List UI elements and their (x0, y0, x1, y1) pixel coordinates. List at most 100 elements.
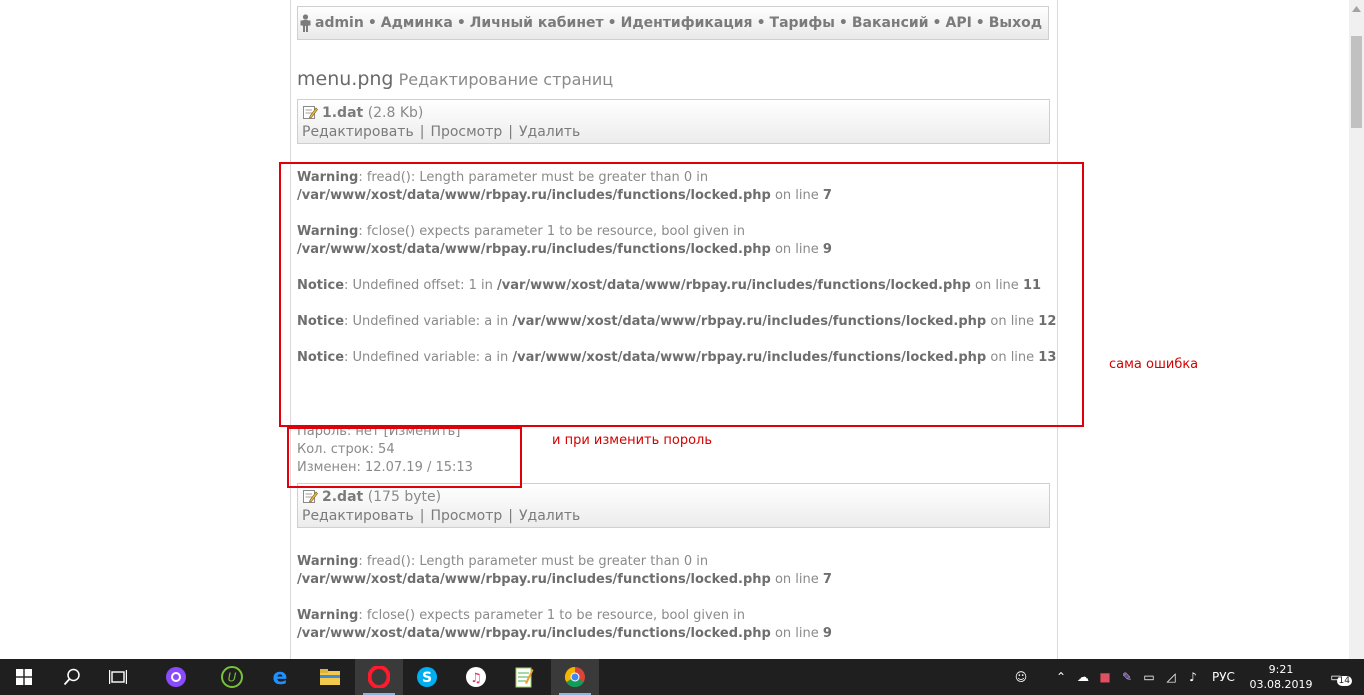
file-actions: Редактировать | Просмотр | Удалить (302, 124, 581, 140)
file-entry-2: 2.dat (175 byte) Редактировать | Просмотр |… (297, 483, 1050, 528)
error-highlight-box (279, 162, 1084, 427)
message-text: : fclose() expects parameter 1 to be res… (358, 608, 745, 623)
clock-date: 03.08.2019 (1249, 678, 1313, 691)
message-path: /var/www/xost/data/www/rbpay.ru/includes… (297, 626, 771, 641)
message-on-line: on line (770, 572, 823, 587)
file-header: 2.dat (175 byte) (302, 488, 441, 505)
php-message: Warning: fread(): Length parameter must … (297, 553, 1057, 589)
chrome-icon (564, 666, 585, 688)
nav-link-tariffs[interactable]: Тарифы (770, 15, 835, 31)
people-icon[interactable]: ☺ (1010, 670, 1032, 684)
utorrent-icon: U (221, 666, 243, 688)
nav-separator: • (975, 15, 985, 31)
onedrive-icon[interactable]: ☁ (1072, 670, 1094, 684)
svg-text:U: U (228, 671, 237, 685)
skype-icon: S (417, 667, 437, 687)
nav-separator: • (756, 15, 766, 31)
volume-icon[interactable]: ♪ (1182, 670, 1204, 684)
notepad-icon (515, 667, 534, 688)
clock-time: 9:21 (1268, 663, 1294, 676)
notification-center[interactable]: ▭ 14 (1324, 659, 1352, 695)
browser-viewport: - - - - - - - - - - - - - - - - - admin … (0, 0, 1364, 659)
delete-link[interactable]: Удалить (519, 508, 580, 524)
error-annotation: сама ошибка (1109, 357, 1199, 372)
start-button[interactable] (0, 659, 48, 695)
file-name[interactable]: 1.dat (322, 105, 363, 121)
message-level: Warning (297, 554, 359, 569)
show-hidden-icons[interactable]: ⌃ (1050, 670, 1072, 684)
scrollbar-thumb[interactable] (1351, 36, 1362, 128)
page-title: menu.png Редактирование страниц (297, 68, 613, 90)
file-header: 1.dat (2.8 Kb) (302, 104, 423, 121)
page-title-subtitle: Редактирование страниц (398, 70, 614, 89)
nav-separator: • (932, 15, 942, 31)
nav-link-logout[interactable]: Выход (989, 15, 1042, 31)
file-name[interactable]: 2.dat (322, 489, 363, 505)
file-explorer-button[interactable] (306, 659, 354, 695)
message-line-number: 9 (822, 626, 832, 641)
nav-link-admin[interactable]: admin (315, 15, 364, 31)
php-error-messages: Warning: fread(): Length parameter must … (297, 553, 1057, 659)
scroll-up-button[interactable] (1349, 0, 1364, 17)
network-icon[interactable]: ◿ (1160, 670, 1182, 684)
delete-link[interactable]: Удалить (519, 124, 580, 140)
chevron-up-icon (1352, 5, 1361, 12)
edit-file-icon (303, 490, 318, 503)
opera-button[interactable] (355, 659, 403, 695)
system-clock[interactable]: 9:21 03.08.2019 (1248, 662, 1314, 692)
file-actions: Редактировать | Просмотр | Удалить (302, 508, 581, 524)
message-text: : fread(): Length parameter must be grea… (358, 554, 709, 569)
page-title-filename: menu.png (297, 68, 394, 90)
search-icon (63, 668, 80, 686)
edit-link[interactable]: Редактировать (302, 508, 414, 524)
utorrent-button[interactable]: U (208, 659, 256, 695)
nav-separator: • (456, 15, 466, 31)
antivirus-icon[interactable]: ■ (1094, 670, 1116, 684)
system-tray: ☺ ⌃ ☁ ■ ✎ ▭ ◿ ♪ РУС (1010, 659, 1235, 695)
alice-icon (166, 667, 186, 687)
notification-count: 14 (1336, 676, 1352, 686)
edge-icon: e (273, 666, 288, 688)
nav-link-cabinet[interactable]: Личный кабинет (470, 15, 604, 31)
edit-file-icon (303, 106, 318, 119)
alice-button[interactable] (152, 659, 200, 695)
task-view-icon (109, 670, 127, 684)
svg-text:S: S (422, 670, 432, 686)
windows-start-icon (16, 669, 32, 685)
message-on-line: on line (770, 626, 823, 641)
nav-link-vacancies[interactable]: Вакансий (852, 15, 929, 31)
message-level: Warning (297, 608, 359, 623)
opera-icon (368, 666, 390, 688)
file-size: (2.8 Kb) (367, 105, 424, 121)
edit-link[interactable]: Редактировать (302, 124, 414, 140)
search-button[interactable] (48, 659, 96, 695)
password-highlight-box (287, 427, 522, 488)
edge-button[interactable]: e (256, 659, 304, 695)
task-view-button[interactable] (94, 659, 142, 695)
battery-icon[interactable]: ▭ (1138, 670, 1160, 684)
nav-link-identification[interactable]: Идентификация (621, 15, 753, 31)
nav-separator: • (367, 15, 377, 31)
file-entry-1: 1.dat (2.8 Kb) Редактировать | Просмотр | Уд… (297, 99, 1050, 144)
chrome-button[interactable] (551, 659, 599, 695)
nav-separator: • (838, 15, 848, 31)
message-line-number: 7 (822, 572, 832, 587)
view-link[interactable]: Просмотр (430, 124, 502, 140)
view-link[interactable]: Просмотр (430, 508, 502, 524)
nav-link-adminka[interactable]: Админка (381, 15, 453, 31)
svg-text:e: e (273, 666, 288, 688)
input-language[interactable]: РУС (1212, 670, 1235, 684)
nav-separator: • (607, 15, 617, 31)
notepad-button[interactable] (500, 659, 548, 695)
itunes-icon: ♫ (466, 667, 486, 687)
file-size: (175 byte) (367, 489, 442, 505)
windows-taskbar: U e S ♫ ☺ ⌃ ☁ ■ ✎ ▭ ◿ ♪ РУС 9:21 03.08.2… (0, 659, 1364, 695)
itunes-button[interactable]: ♫ (452, 659, 500, 695)
notification-icon: ▭ 14 (1330, 670, 1352, 686)
skype-button[interactable]: S (403, 659, 451, 695)
message-path: /var/www/xost/data/www/rbpay.ru/includes… (297, 572, 771, 587)
nav-link-api[interactable]: API (945, 15, 971, 31)
file-explorer-icon (320, 669, 340, 685)
feather-icon[interactable]: ✎ (1116, 670, 1138, 684)
php-message: Warning: fclose() expects parameter 1 to… (297, 607, 1057, 643)
